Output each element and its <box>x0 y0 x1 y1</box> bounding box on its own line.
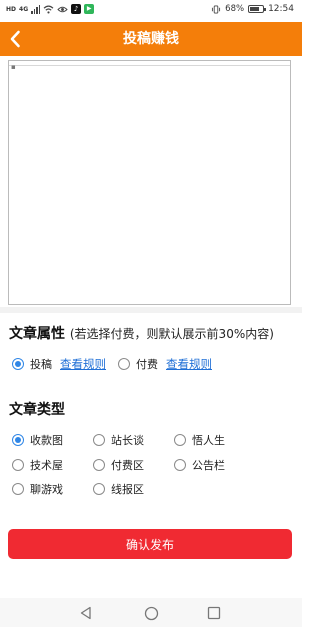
type-option[interactable]: 收款图 <box>12 432 63 448</box>
status-right: 68% 12:54 <box>211 4 294 14</box>
editor-cursor-marker: ▪ <box>11 63 16 71</box>
editor-toolbar <box>9 61 290 66</box>
nav-back-icon[interactable] <box>77 604 95 622</box>
article-attr-note: (若选择付费，则默认展示前30%内容) <box>69 327 274 341</box>
clock: 12:54 <box>268 4 294 14</box>
article-attr-title: 文章属性 <box>9 326 65 342</box>
type-option[interactable]: 站长谈 <box>93 432 144 448</box>
wifi-icon <box>43 5 54 14</box>
radio-contribute[interactable] <box>12 358 24 370</box>
type-option[interactable]: 聊游戏 <box>12 481 63 497</box>
page-title: 投稿赚钱 <box>123 31 179 47</box>
eye-icon <box>57 6 68 12</box>
view-rules-link-contribute[interactable]: 查看规则 <box>60 356 106 372</box>
status-left: HD 4G ♪ ▶ <box>6 4 95 14</box>
sim-hd-icon: HD <box>6 5 17 13</box>
attr-option-label: 付费 <box>136 358 158 371</box>
type-option-label: 聊游戏 <box>30 483 63 496</box>
title-bar: 投稿赚钱 <box>0 22 302 56</box>
type-option[interactable]: 线报区 <box>93 481 144 497</box>
article-editor[interactable]: ▪ <box>8 60 291 305</box>
type-radio[interactable] <box>174 459 186 471</box>
type-option-label: 付费区 <box>111 459 144 472</box>
type-option-label: 技术屋 <box>30 459 63 472</box>
nav-home-icon[interactable] <box>142 604 160 622</box>
type-radio[interactable] <box>12 483 24 495</box>
article-type-heading: 文章类型 <box>9 402 65 418</box>
battery-icon <box>248 5 267 13</box>
article-attr-heading: 文章属性 (若选择付费，则默认展示前30%内容) <box>9 323 274 343</box>
view-rules-link-paid[interactable]: 查看规则 <box>166 356 212 372</box>
media-icon: ▶ <box>84 4 95 14</box>
battery-percent: 68% <box>225 4 245 14</box>
type-option[interactable]: 公告栏 <box>174 457 225 473</box>
type-option-label: 悟人生 <box>192 434 225 447</box>
system-nav-bar <box>0 598 302 627</box>
type-option[interactable]: 技术屋 <box>12 457 63 473</box>
confirm-publish-button[interactable]: 确认发布 <box>8 529 292 559</box>
signal-icon <box>31 4 41 14</box>
type-radio[interactable] <box>93 434 105 446</box>
nav-recents-icon[interactable] <box>205 604 223 622</box>
type-option-label: 线报区 <box>111 483 144 496</box>
tiktok-icon: ♪ <box>71 4 82 14</box>
attr-option-label: 投稿 <box>30 358 52 371</box>
type-radio[interactable] <box>174 434 186 446</box>
section-divider <box>0 307 302 313</box>
type-radio[interactable] <box>93 459 105 471</box>
network-type-label: 4G <box>19 5 29 13</box>
type-option-label: 站长谈 <box>111 434 144 447</box>
radio-paid[interactable] <box>118 358 130 370</box>
type-radio[interactable] <box>12 459 24 471</box>
attr-option-paid[interactable]: 付费 查看规则 <box>118 356 212 372</box>
attr-option-contribute[interactable]: 投稿 查看规则 <box>12 356 106 372</box>
status-bar: HD 4G ♪ ▶ 68% 12:54 <box>0 0 302 22</box>
type-radio[interactable] <box>93 483 105 495</box>
vibrate-icon <box>212 4 221 14</box>
type-option-label: 公告栏 <box>192 459 225 472</box>
type-radio[interactable] <box>12 434 24 446</box>
type-option[interactable]: 付费区 <box>93 457 144 473</box>
type-option-label: 收款图 <box>30 434 63 447</box>
type-option[interactable]: 悟人生 <box>174 432 225 448</box>
